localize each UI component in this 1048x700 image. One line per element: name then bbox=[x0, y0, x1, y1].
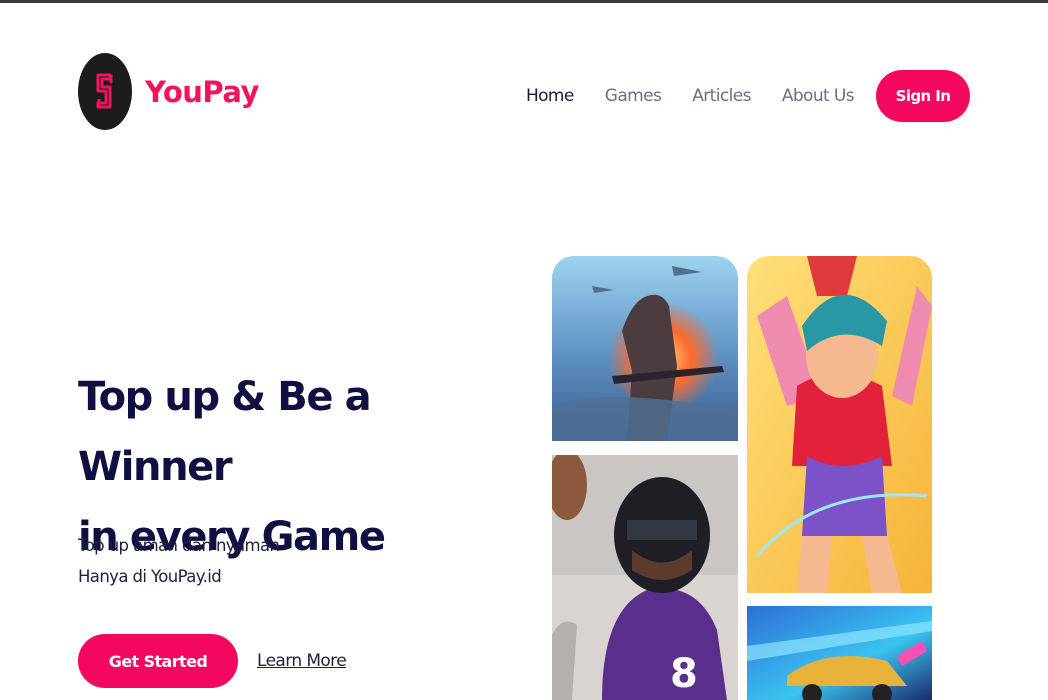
game-image-knockout-city bbox=[747, 256, 932, 593]
nav-about-us[interactable]: About Us bbox=[782, 86, 855, 106]
game-image-battlefield bbox=[552, 256, 738, 441]
hero-subtitle-line-2: Hanya di YouPay.id bbox=[78, 567, 222, 586]
window-top-border bbox=[0, 0, 1048, 3]
game-image-madden-football: 8 bbox=[552, 455, 738, 700]
hero-actions: Get Started Learn More bbox=[78, 634, 347, 688]
hero-title-line-1: Top up & Be a Winner bbox=[78, 374, 372, 490]
main-nav: Home Games Articles About Us Sign In bbox=[526, 70, 970, 122]
learn-more-link[interactable]: Learn More bbox=[257, 651, 347, 671]
nav-articles[interactable]: Articles bbox=[692, 86, 751, 106]
game-image-rocket-league bbox=[747, 606, 932, 700]
sign-in-button[interactable]: Sign In bbox=[876, 70, 970, 122]
hero-subtitle: Top up aman dan nyaman Hanya di YouPay.i… bbox=[78, 530, 280, 592]
get-started-button[interactable]: Get Started bbox=[78, 634, 238, 688]
nav-games[interactable]: Games bbox=[605, 86, 662, 106]
youpay-logo-icon bbox=[78, 53, 132, 130]
svg-text:8: 8 bbox=[670, 651, 698, 697]
brand-logo-link[interactable]: YouPay bbox=[78, 53, 259, 130]
nav-home[interactable]: Home bbox=[526, 86, 574, 106]
hero-subtitle-line-1: Top up aman dan nyaman bbox=[78, 536, 280, 555]
brand-name: YouPay bbox=[145, 74, 259, 109]
